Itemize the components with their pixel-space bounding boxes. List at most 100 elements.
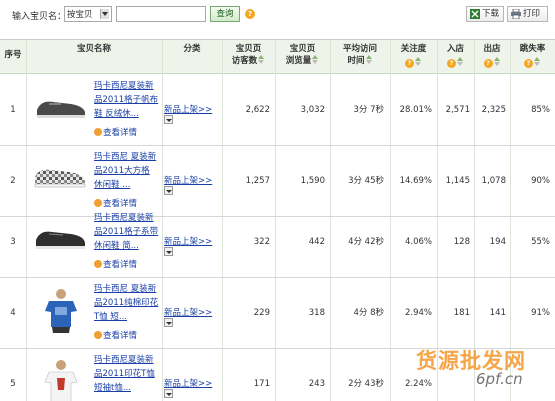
view-details-link[interactable]: 查看详情 [94, 258, 137, 270]
pageviews-value: 318 [308, 308, 325, 318]
sort-icon[interactable] [312, 55, 319, 64]
category-dropdown[interactable] [164, 247, 173, 256]
col-exit[interactable]: 出店 ? [474, 40, 510, 74]
search-type-value: 按宝贝 [67, 10, 93, 20]
visitors-value: 171 [253, 379, 270, 389]
search-input[interactable] [116, 6, 206, 22]
gear-icon [94, 128, 102, 136]
product-name-link[interactable]: 玛卡西尼 夏装新品2011纯棉印花T恤 短... [94, 282, 160, 324]
product-thumbnail[interactable] [31, 285, 89, 333]
category-link[interactable]: 新品上架>> [164, 105, 212, 115]
sort-icon[interactable] [258, 55, 265, 64]
col-idx: 序号 [4, 50, 22, 60]
help-icon[interactable]: ? [483, 59, 493, 68]
help-icon[interactable]: ? [245, 9, 255, 19]
view-details-link[interactable]: 查看详情 [94, 126, 137, 138]
gear-icon [94, 260, 102, 268]
print-button[interactable]: 打印 [507, 6, 548, 22]
col-pageviews[interactable]: 宝贝页 浏览量 [275, 40, 330, 74]
pageviews-value: 243 [308, 379, 325, 389]
category-cell: 新品上架>> [164, 377, 222, 400]
col-bounce[interactable]: 跳失率 ? [510, 40, 555, 74]
table-row: 1 玛卡西尼夏装新品2011格子帆布鞋 反绒休... 查看详情 新品上架>> 2… [0, 75, 555, 146]
product-name-link[interactable]: 玛卡西尼 夏装新品2011大方格 休闲鞋 ... [94, 150, 160, 192]
gear-icon [94, 331, 102, 339]
category-link[interactable]: 新品上架>> [164, 237, 212, 247]
col-name: 宝贝名称 [76, 44, 111, 54]
download-button[interactable]: 下载 [466, 6, 504, 22]
category-link[interactable]: 新品上架>> [164, 308, 212, 318]
chevron-down-icon [100, 9, 109, 19]
product-name-link[interactable]: 玛卡西尼夏装新品2011印花T恤 短袖t恤... [94, 353, 160, 395]
visitors-value: 229 [253, 308, 270, 318]
category-dropdown[interactable] [164, 115, 173, 124]
entry-value: 181 [453, 308, 470, 318]
view-details-link[interactable]: 查看详情 [94, 329, 137, 341]
category-dropdown[interactable] [164, 318, 173, 327]
category-cell: 新品上架>> [164, 174, 222, 197]
col-entry[interactable]: 入店 ? [437, 40, 474, 74]
exit-value: 141 [489, 308, 506, 318]
download-label: 下载 [482, 9, 500, 19]
search-label: 输入宝贝名： [12, 12, 67, 22]
exit-value: 194 [489, 237, 506, 247]
search-type-select[interactable]: 按宝贝 [64, 6, 112, 22]
toolbar: 输入宝贝名： 按宝贝 查询 ? 下载 打印 [0, 0, 555, 40]
excel-icon [470, 9, 480, 19]
category-link[interactable]: 新品上架>> [164, 176, 212, 186]
category-dropdown[interactable] [164, 186, 173, 195]
category-link[interactable]: 新品上架>> [164, 379, 212, 389]
entry-value: 2,571 [445, 105, 470, 115]
category-cell: 新品上架>> [164, 306, 222, 329]
row-index: 3 [10, 237, 16, 247]
sort-icon[interactable] [415, 57, 422, 66]
col-attention[interactable]: 关注度 ? [390, 40, 437, 74]
category-cell: 新品上架>> [164, 103, 222, 126]
avg-time-value: 2分 43秒 [348, 379, 384, 389]
sort-icon[interactable] [534, 57, 541, 66]
table-header: 序号 宝贝名称 分类 宝贝页 访客数 宝贝页 浏览量 平均访问 时间 关注度 ? 入店… [0, 40, 555, 74]
help-icon[interactable]: ? [524, 59, 533, 68]
col-category: 分类 [183, 44, 201, 54]
category-cell: 新品上架>> [164, 235, 222, 258]
attention-value: 28.01% [399, 105, 432, 115]
product-thumbnail[interactable] [31, 153, 89, 201]
gear-icon [94, 199, 102, 207]
entry-value: 128 [453, 237, 470, 247]
attention-value: 2.94% [404, 308, 432, 318]
bounce-value: 85% [531, 105, 550, 115]
printer-icon [511, 9, 521, 19]
avg-time-value: 4分 8秒 [353, 308, 384, 318]
product-thumbnail[interactable] [31, 356, 89, 401]
visitors-value: 322 [253, 237, 270, 247]
help-icon[interactable]: ? [405, 59, 414, 68]
avg-time-value: 4分 42秒 [348, 237, 384, 247]
row-index: 1 [10, 105, 16, 115]
product-name-link[interactable]: 玛卡西尼夏装新品2011格子系带休闲鞋 简... [94, 211, 160, 253]
row-index: 5 [10, 379, 16, 389]
sort-icon[interactable] [365, 55, 373, 64]
print-label: 打印 [523, 9, 541, 19]
visitors-value: 2,622 [245, 105, 270, 115]
product-thumbnail[interactable] [31, 82, 89, 130]
bounce-value: 91% [531, 308, 550, 318]
product-thumbnail[interactable] [31, 214, 89, 262]
sort-icon[interactable] [493, 57, 501, 66]
row-index: 4 [10, 308, 16, 318]
avg-time-value: 3分 7秒 [353, 105, 384, 115]
pageviews-value: 3,032 [300, 105, 325, 115]
exit-value: 2,325 [481, 105, 506, 115]
sort-icon[interactable] [457, 57, 464, 66]
attention-value: 4.06% [404, 237, 432, 247]
table-row: 4 玛卡西尼 夏装新品2011纯棉印花T恤 短... 查看详情 新品上架>> 2… [0, 278, 555, 349]
col-visitors[interactable]: 宝贝页 访客数 [222, 40, 275, 74]
category-dropdown[interactable] [164, 389, 173, 398]
query-button[interactable]: 查询 [210, 6, 240, 22]
pageviews-value: 442 [308, 237, 325, 247]
help-icon[interactable]: ? [447, 59, 456, 68]
table-row: 3 玛卡西尼夏装新品2011格子系带休闲鞋 简... 查看详情 新品上架>> 3… [0, 207, 555, 278]
product-name-link[interactable]: 玛卡西尼夏装新品2011格子帆布鞋 反绒休... [94, 79, 160, 121]
bounce-value: 55% [531, 237, 550, 247]
col-avg-time[interactable]: 平均访问 时间 [330, 40, 390, 74]
watermark-url: 6pf.cn [476, 370, 523, 388]
